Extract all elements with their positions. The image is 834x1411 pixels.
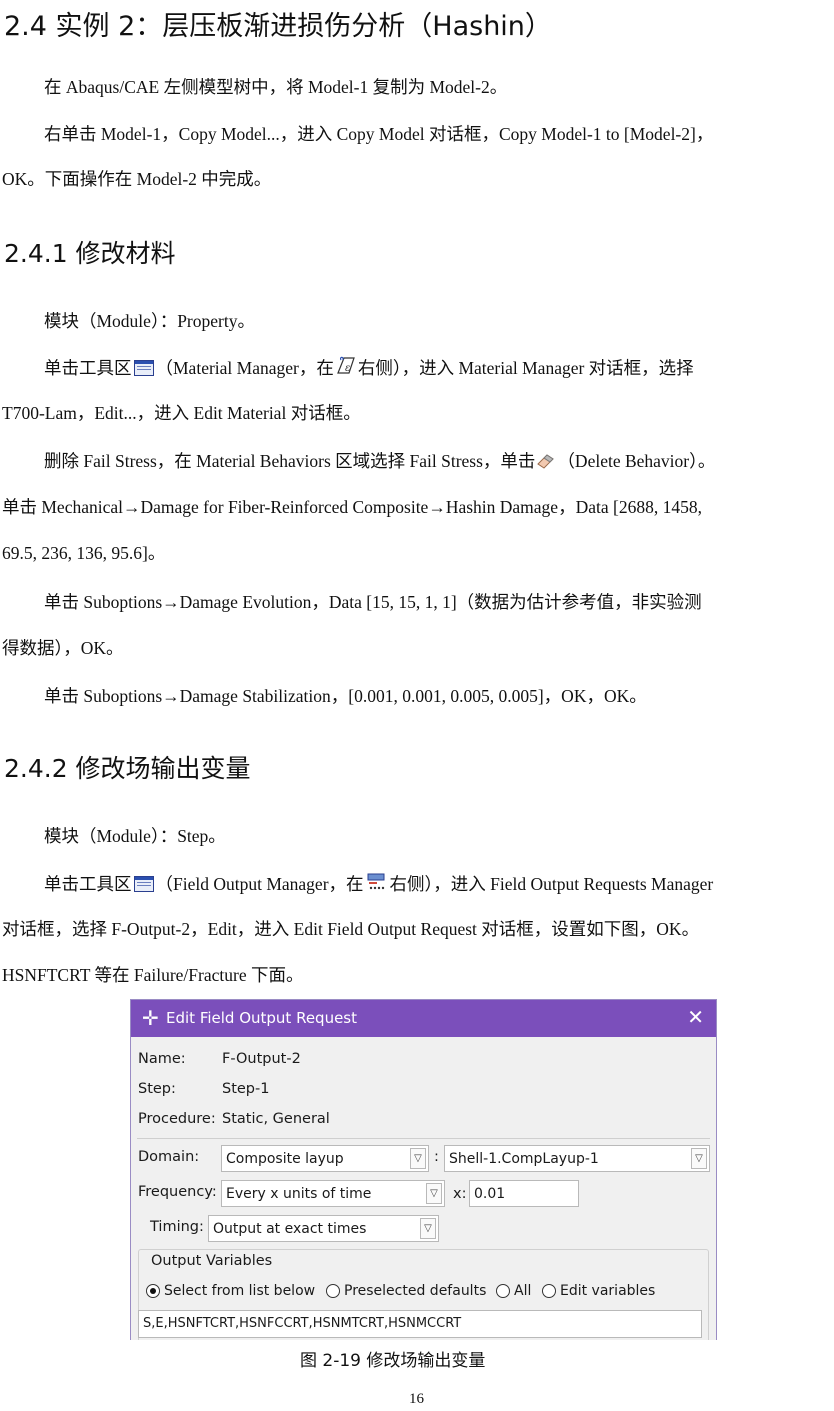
radio-all[interactable]: All (496, 1283, 531, 1299)
delete-behavior-text-b: （Delete Behavior）。 (557, 451, 716, 471)
frequency-select-value: Every x units of time (226, 1186, 372, 1202)
hashin-damage-line-2: 69.5, 236, 136, 95.6]。 (2, 543, 166, 563)
divider (137, 1138, 710, 1139)
radio-indicator (326, 1284, 340, 1298)
frequency-select[interactable]: Every x units of time ▽ (221, 1180, 445, 1207)
output-variables-value: S,E,HSNFTCRT,HSNFCCRT,HSNMTCRT,HSNMCCRT (143, 1316, 462, 1331)
radio-label: Preselected defaults (344, 1283, 487, 1299)
frequency-label: Frequency: (138, 1184, 217, 1200)
chevron-down-icon[interactable]: ▽ (426, 1183, 442, 1204)
domain-target-select[interactable]: Shell-1.CompLayup-1 ▽ (444, 1145, 710, 1172)
damage-evolution-line-1: 单击 Suboptions→Damage Evolution，Data [15,… (44, 592, 702, 612)
timing-select-value: Output at exact times (213, 1221, 367, 1237)
step-label: Step: (138, 1081, 176, 1097)
step-module-line: 模块（Module）：Step。 (44, 826, 226, 846)
field-output-text-a: 单击工具区 (44, 874, 132, 894)
radio-edit-variables[interactable]: Edit variables (542, 1283, 655, 1299)
edit-field-output-request-dialog: ✛ Edit Field Output Request ✕ Name: F-Ou… (130, 999, 717, 1340)
domain-label: Domain: (138, 1149, 200, 1165)
close-icon[interactable]: ✕ (687, 1007, 704, 1027)
damage-evolution-line-2: 得数据），OK。 (2, 638, 124, 658)
output-variables-input[interactable]: S,E,HSNFTCRT,HSNFCCRT,HSNMTCRT,HSNMCCRT (138, 1310, 702, 1338)
damage-stabilization-line: 单击 Suboptions→Damage Stabilization，[0.00… (44, 686, 647, 706)
radio-indicator (496, 1284, 510, 1298)
intro-paragraph-1: 在 Abaqus/CAE 左侧模型树中，将 Model-1 复制为 Model-… (44, 77, 508, 97)
timing-select[interactable]: Output at exact times ▽ (208, 1215, 439, 1242)
section-heading-2-4-2: 2.4.2 修改场输出变量 (4, 754, 251, 783)
material-manager-text-b: （Material Manager，在 (155, 358, 334, 378)
material-manager-text-a: 单击工具区 (44, 358, 132, 378)
figure-caption: 图 2-19 修改场输出变量 (300, 1351, 486, 1371)
chevron-down-icon[interactable]: ▽ (410, 1148, 426, 1169)
intro-paragraph-2-line-2: OK。下面操作在 Model-2 中完成。 (2, 169, 272, 189)
radio-label: Edit variables (560, 1283, 656, 1299)
dialog-title-bar[interactable]: ✛ Edit Field Output Request ✕ (131, 1000, 716, 1037)
radio-label: Select from list below (164, 1283, 316, 1299)
radio-label: All (514, 1283, 532, 1299)
failure-fracture-note: HSNFTCRT 等在 Failure/Fracture 下面。 (2, 965, 304, 985)
material-create-icon: ε (335, 356, 357, 376)
radio-select-from-list[interactable]: Select from list below (146, 1283, 315, 1299)
section-heading-2-4-1: 2.4.1 修改材料 (4, 239, 176, 268)
procedure-value: Static, General (222, 1111, 330, 1127)
domain-separator: : (434, 1149, 439, 1165)
name-value: F-Output-2 (222, 1051, 301, 1067)
page-number: 16 (409, 1391, 424, 1407)
field-output-manager-line-1: 单击工具区 （Field Output Manager，在 右侧），进入 Field… (44, 871, 713, 896)
delete-behavior-text-a: 删除 Fail Stress，在 Material Behaviors 区域选择… (44, 451, 536, 471)
chevron-down-icon[interactable]: ▽ (420, 1218, 436, 1239)
field-output-create-icon (365, 872, 389, 892)
domain-select[interactable]: Composite layup ▽ (221, 1145, 429, 1172)
chevron-down-icon[interactable]: ▽ (691, 1148, 707, 1169)
table-manager-icon (133, 876, 154, 892)
domain-target-value: Shell-1.CompLayup-1 (449, 1151, 599, 1167)
eraser-icon (536, 453, 556, 469)
material-manager-line-1: 单击工具区 （Material Manager，在 ε 右侧），进入 Material… (44, 355, 694, 380)
x-interval-input[interactable]: 0.01 (469, 1180, 579, 1207)
delete-behavior-line: 删除 Fail Stress，在 Material Behaviors 区域选择… (44, 448, 715, 473)
property-module-line: 模块（Module）：Property。 (44, 311, 255, 331)
intro-paragraph-2-line-1: 右单击 Model-1，Copy Model...，进入 Copy Model … (44, 124, 714, 144)
move-icon: ✛ (142, 1006, 159, 1030)
table-manager-icon (133, 360, 154, 376)
timing-label: Timing: (150, 1219, 204, 1235)
material-manager-line-2: T700-Lam，Edit...，进入 Edit Material 对话框。 (2, 403, 361, 423)
field-output-manager-line-2: 对话框，选择 F-Output-2，Edit，进入 Edit Field Out… (2, 919, 700, 939)
field-output-text-c: 右侧），进入 Field Output Requests Manager (389, 874, 714, 894)
step-value: Step-1 (222, 1081, 270, 1097)
x-interval-value: 0.01 (474, 1186, 506, 1202)
section-heading-2-4: 2.4 实例 2：层压板渐进损伤分析（Hashin） (4, 11, 552, 42)
name-label: Name: (138, 1051, 186, 1067)
field-output-text-b: （Field Output Manager，在 (155, 874, 364, 894)
procedure-label: Procedure: (138, 1111, 216, 1127)
material-manager-text-c: 右侧），进入 Material Manager 对话框，选择 (357, 358, 694, 378)
domain-select-value: Composite layup (226, 1151, 344, 1167)
radio-indicator (542, 1284, 556, 1298)
svg-text:ε: ε (345, 363, 350, 374)
radio-indicator (146, 1284, 160, 1298)
dialog-title: Edit Field Output Request (166, 1009, 358, 1027)
hashin-damage-line-1: 单击 Mechanical→Damage for Fiber-Reinforce… (2, 497, 702, 517)
output-variables-label: Output Variables (149, 1253, 275, 1269)
radio-preselected-defaults[interactable]: Preselected defaults (326, 1283, 486, 1299)
x-label: x: (453, 1186, 467, 1202)
